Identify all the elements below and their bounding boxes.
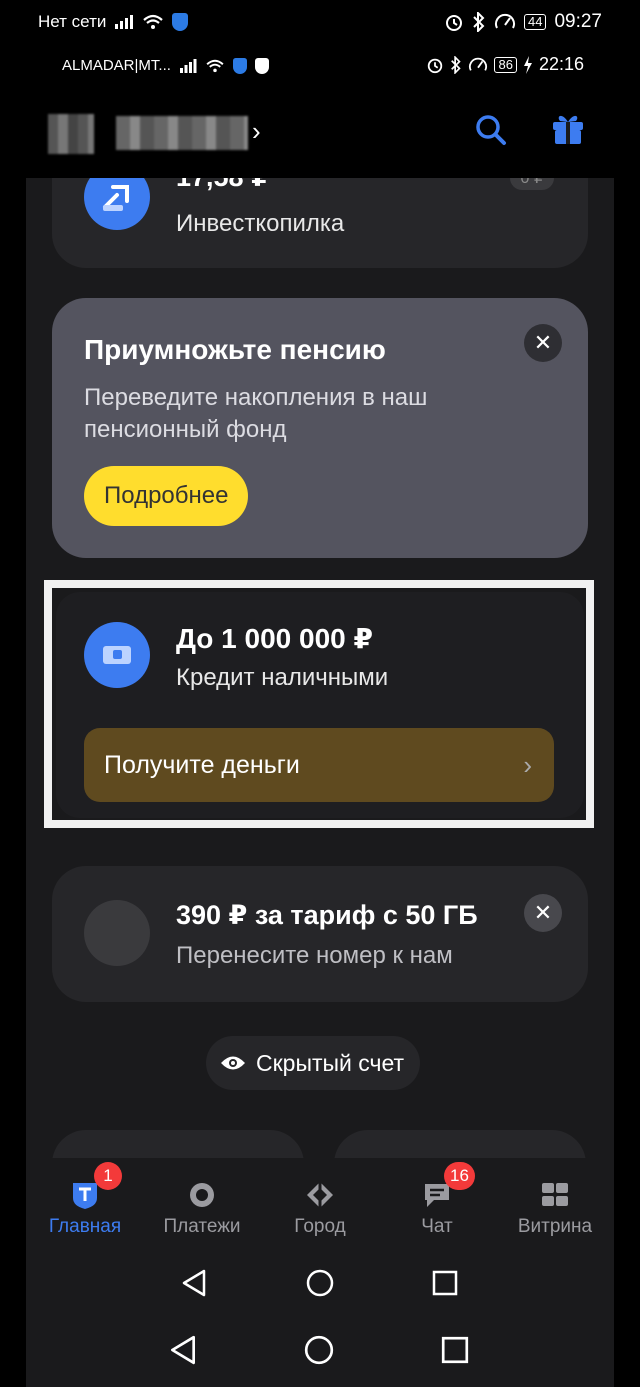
credit-amount: До 1 000 000 ₽ <box>176 623 373 654</box>
tab-home-label: Главная <box>48 1216 122 1237</box>
grid-icon <box>542 1183 568 1206</box>
outer-system-nav <box>26 1318 614 1387</box>
home-icon[interactable] <box>305 1268 335 1298</box>
chat-badge: 16 <box>444 1162 475 1190</box>
security-shield-icon <box>172 13 189 31</box>
vpn-shield-icon <box>254 57 269 74</box>
tab-city[interactable]: Город <box>261 1158 379 1254</box>
tab-home[interactable]: 1 Главная <box>26 1158 144 1254</box>
charging-icon <box>523 55 532 74</box>
wifi-icon <box>143 14 164 29</box>
home-shield-icon <box>73 1183 97 1209</box>
tariff-title: 390 ₽ за тариф с 50 ГБ <box>176 900 478 930</box>
alarm-icon <box>428 58 443 73</box>
search-button[interactable] <box>471 110 511 150</box>
bottom-tab-bar: 1 Главная Платежи Город 16 Чат Витрина <box>26 1158 614 1254</box>
chevron-right-icon: › <box>523 750 532 780</box>
speedometer-icon <box>495 13 515 29</box>
invest-icon <box>84 178 150 230</box>
city-icon <box>307 1182 333 1208</box>
carrier-name: ALMADAR|MT... <box>62 57 171 74</box>
gift-button[interactable] <box>548 108 588 148</box>
payments-icon <box>190 1183 214 1207</box>
pension-title: Приумножьте пенсию <box>84 334 386 365</box>
tab-chat-label: Чат <box>421 1216 453 1237</box>
outer-status-left: Нет сети <box>38 12 189 32</box>
banknote-icon <box>103 646 131 664</box>
signal-icon <box>179 58 197 73</box>
wifi-icon <box>206 59 224 72</box>
get-money-button[interactable]: Получите деньги › <box>84 728 554 802</box>
credit-label: Кредит наличными <box>176 664 389 691</box>
tariff-promo-card[interactable]: 390 ₽ за тариф с 50 ГБ Перенесите номер … <box>52 866 588 1002</box>
inner-status-left: ALMADAR|MT... <box>62 57 269 74</box>
clock: 09:27 <box>554 11 602 32</box>
close-icon: ✕ <box>533 330 553 355</box>
partial-card-right[interactable] <box>334 1130 586 1158</box>
home-icon[interactable] <box>303 1334 335 1366</box>
pension-more-button[interactable]: Подробнее <box>84 466 249 526</box>
search-icon <box>476 115 506 145</box>
recents-icon[interactable] <box>440 1335 470 1365</box>
hidden-account-button[interactable]: Скрытый счет <box>206 1036 421 1090</box>
partial-card-left[interactable] <box>52 1130 304 1158</box>
signal-icon <box>115 15 134 29</box>
tab-payments[interactable]: Платежи <box>143 1158 261 1254</box>
app-header: › <box>26 86 614 178</box>
invest-badge: 0 ₽ <box>510 178 554 190</box>
tariff-close-button[interactable]: ✕ <box>524 894 562 932</box>
recents-icon[interactable] <box>431 1269 459 1297</box>
home-badge: 1 <box>94 1162 122 1190</box>
outer-status-right: 44 09:27 <box>444 11 602 33</box>
invest-label: Инвесткопилка <box>176 210 345 237</box>
profile-name[interactable] <box>116 116 248 150</box>
inner-system-nav <box>26 1254 614 1318</box>
bluetooth-icon <box>473 12 485 32</box>
gift-icon <box>553 115 583 144</box>
bluetooth-icon <box>451 55 462 74</box>
get-money-label: Получите деньги <box>104 751 300 779</box>
cash-icon <box>84 622 150 688</box>
tab-city-label: Город <box>294 1216 346 1237</box>
inner-status-bar: ALMADAR|MT... 86 22:16 <box>26 44 614 86</box>
pension-text: Переведите накопления в наш пенсионный ф… <box>84 384 428 443</box>
growth-arrow-icon <box>103 185 129 211</box>
battery-level: 44 <box>523 14 547 30</box>
tab-showcase-label: Витрина <box>517 1216 593 1237</box>
speedometer-icon <box>469 57 488 71</box>
tariff-icon <box>84 900 150 966</box>
back-icon[interactable] <box>168 1334 198 1366</box>
back-icon[interactable] <box>180 1268 208 1298</box>
eye-icon <box>221 1056 245 1070</box>
hidden-account-label: Скрытый счет <box>256 1049 405 1076</box>
app-screen: ALMADAR|MT... 86 22:16 › Инвесткопилка 0… <box>26 44 614 1387</box>
security-shield-icon <box>232 57 247 74</box>
pension-close-button[interactable]: ✕ <box>524 324 562 362</box>
invest-piggybank-card[interactable]: 17,58 ₽ Инвесткопилка 0 ₽ <box>52 178 588 268</box>
tab-payments-label: Платежи <box>163 1216 241 1237</box>
clock: 22:16 <box>538 54 584 74</box>
alarm-icon <box>445 15 462 31</box>
feed[interactable]: 17,58 ₽ Инвесткопилка 0 ₽ Приумножьте пе… <box>26 178 614 1158</box>
close-icon: ✕ <box>533 900 553 925</box>
pension-promo-card[interactable]: Приумножьте пенсию Переведите накопления… <box>52 298 588 558</box>
network-status: Нет сети <box>38 12 107 31</box>
outer-status-bar: Нет сети 44 09:27 <box>0 0 640 44</box>
chevron-right-icon[interactable]: › <box>252 116 261 147</box>
invest-amount: 17,58 ₽ <box>176 178 270 193</box>
credit-card-offer[interactable]: До 1 000 000 ₽ Кредит наличными Получите… <box>56 592 584 818</box>
tariff-text: Перенесите номер к нам <box>176 942 453 969</box>
inner-status-right: 86 22:16 <box>426 54 584 75</box>
avatar[interactable] <box>48 114 94 154</box>
tab-showcase[interactable]: Витрина <box>496 1158 614 1254</box>
tab-chat[interactable]: 16 Чат <box>378 1158 496 1254</box>
battery-level: 86 <box>494 56 517 73</box>
